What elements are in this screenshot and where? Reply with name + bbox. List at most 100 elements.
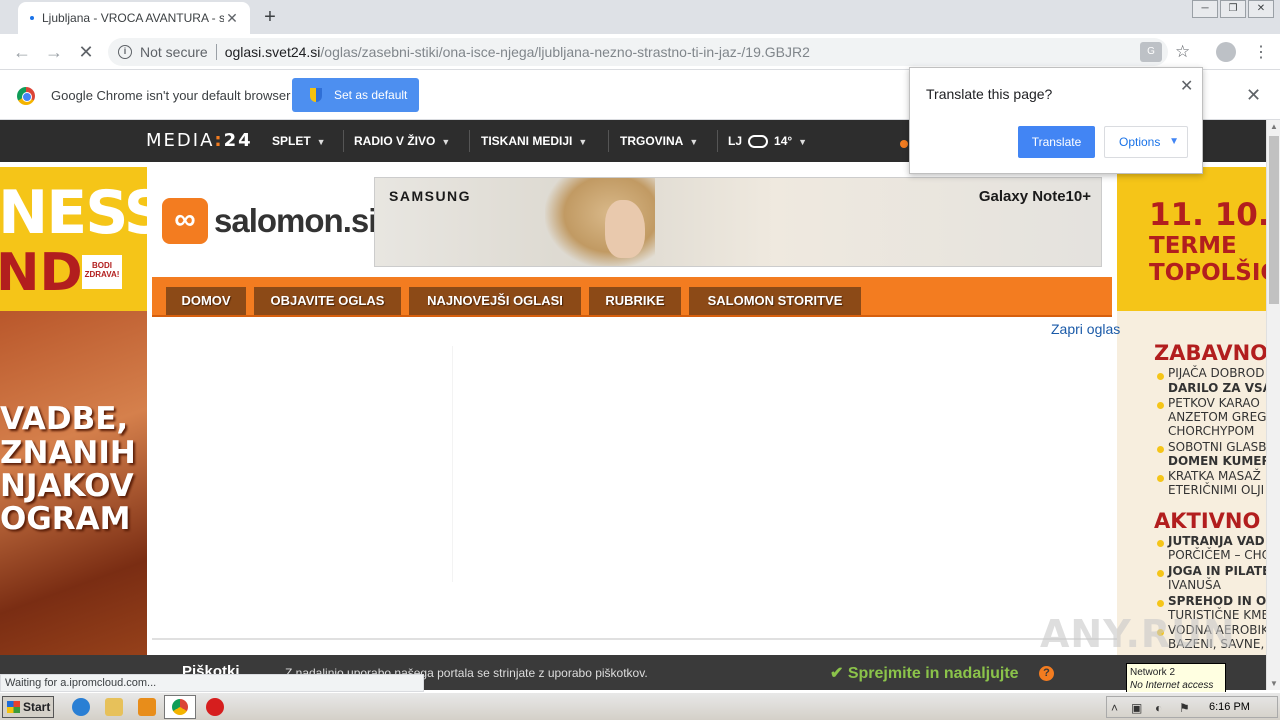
menu-salomon-storitve[interactable]: SALOMON STORITVE: [689, 287, 861, 315]
media24-logo[interactable]: MEDIA:24: [146, 130, 253, 151]
nav-item-radio[interactable]: RADIO V ŽIVO ▼: [354, 134, 450, 148]
set-as-default-button[interactable]: Set as default: [292, 78, 419, 112]
taskbar-clock[interactable]: 6:16 PM: [1209, 701, 1250, 713]
nav-divider: [469, 130, 470, 152]
left-side-ad[interactable]: NESS ND BODI ZDRAVA! VADBE, ZNANIH NJAKO…: [0, 167, 147, 690]
samsung-banner-ad[interactable]: SAMSUNG Galaxy Note10+: [374, 177, 1102, 267]
nav-item-label: TRGOVINA: [620, 134, 684, 148]
options-label: Options: [1119, 135, 1161, 149]
help-icon[interactable]: ?: [1039, 666, 1054, 681]
system-tray: ˄ ▣ ◐ ⚑ 6:16 PM: [1106, 696, 1278, 718]
cookie-accept-label: Sprejmite in nadaljujte: [847, 665, 1019, 682]
tray-expand-icon[interactable]: ˄: [1111, 701, 1118, 715]
left-ad-text-line: NJAKOV: [0, 468, 134, 504]
menu-domov[interactable]: DOMOV: [166, 287, 246, 315]
tab-close-icon[interactable]: ✕: [224, 10, 240, 26]
chevron-down-icon: ▼: [441, 137, 451, 147]
network-tooltip-title: Network 2: [1130, 667, 1176, 678]
right-ad-line: SOBOTNI GLASB: [1168, 440, 1266, 454]
chevron-down-icon: ▼: [316, 137, 326, 147]
user-icon[interactable]: [900, 140, 908, 148]
window-controls: ─ ❐ ✕: [1190, 0, 1274, 20]
internet-explorer-icon[interactable]: [72, 698, 90, 716]
bookmark-star-icon[interactable]: ☆: [1175, 42, 1190, 62]
salomon-logo[interactable]: ∞ salomon.si: [162, 198, 377, 244]
nav-item-tiskani-mediji[interactable]: TISKANI MEDIJI ▼: [481, 134, 587, 148]
browser-tab[interactable]: Ljubljana - VROCA AVANTURA - salomon.si …: [18, 2, 250, 34]
volume-icon[interactable]: ◐: [1155, 701, 1162, 715]
chrome-menu-icon[interactable]: ⋮: [1253, 42, 1269, 62]
weather-widget[interactable]: LJ 14° ▼: [728, 134, 808, 149]
media24-logo-num: 24: [223, 130, 253, 151]
media-player-icon[interactable]: [138, 698, 156, 716]
right-ad-line: PORČIČEM – CHO: [1168, 548, 1266, 562]
translate-popup-title: Translate this page?: [926, 86, 1053, 102]
network-tooltip: Network 2 No Internet access: [1126, 663, 1226, 693]
weather-temp: 14°: [774, 134, 793, 148]
page-scrollbar[interactable]: ▲ ▼: [1266, 120, 1280, 690]
nav-item-trgovina[interactable]: TRGOVINA ▼: [620, 134, 698, 148]
network-tooltip-status: No Internet access: [1130, 680, 1214, 691]
chevron-down-icon: ▼: [578, 137, 588, 147]
caret-down-icon: ▼: [1169, 136, 1179, 147]
stop-loading-icon[interactable]: ✕: [74, 40, 98, 64]
right-ad-line: JUTRANJA VAD: [1168, 534, 1265, 548]
minimize-button[interactable]: ─: [1192, 0, 1218, 18]
right-ad-line: ANZETOM GREG: [1168, 410, 1266, 424]
forward-arrow-icon[interactable]: →: [42, 40, 66, 64]
anyrun-watermark: ANY.RUN: [1040, 612, 1236, 656]
right-ad-section-aktivno: AKTIVNO: [1154, 509, 1261, 533]
translate-button[interactable]: Translate: [1018, 126, 1095, 158]
back-arrow-icon[interactable]: ←: [10, 40, 34, 64]
nav-item-label: RADIO V ŽIVO: [354, 134, 436, 148]
translate-close-icon[interactable]: ✕: [1180, 76, 1193, 96]
menu-najnovejsi-oglasi[interactable]: NAJNOVEJŠI OGLASI: [409, 287, 581, 315]
folder-icon[interactable]: [105, 698, 123, 716]
close-ad-link[interactable]: Zapri oglas: [1051, 321, 1120, 337]
not-secure-label: Not secure: [140, 44, 208, 60]
translate-icon[interactable]: G: [1140, 42, 1162, 62]
start-button[interactable]: Start: [2, 696, 54, 718]
chevron-down-icon: ▼: [798, 137, 808, 147]
profile-avatar-icon[interactable]: [1216, 42, 1236, 62]
right-ad-venue-line: TOPOLŠIC: [1149, 260, 1266, 286]
url-host: oglasi.svet24.si: [224, 44, 321, 60]
nav-divider: [343, 130, 344, 152]
new-tab-button[interactable]: +: [258, 6, 282, 30]
translate-options-button[interactable]: Options ▼: [1104, 126, 1188, 158]
left-ad-subheading: ND: [0, 243, 83, 303]
scroll-up-icon[interactable]: ▲: [1269, 122, 1279, 131]
maximize-button[interactable]: ❐: [1220, 0, 1246, 18]
salomon-menu: DOMOV OBJAVITE OGLAS NAJNOVEJŠI OGLASI R…: [152, 277, 1112, 317]
salomon-logo-text: salomon.si: [214, 202, 377, 239]
taskbar-chrome-button[interactable]: [164, 695, 196, 719]
omnibox-separator: [215, 44, 217, 60]
menu-rubrike[interactable]: RUBRIKE: [589, 287, 681, 315]
chrome-logo-icon: [17, 87, 35, 105]
info-icon[interactable]: i: [118, 45, 132, 59]
antivirus-icon[interactable]: [206, 698, 224, 716]
nav-divider: [608, 130, 609, 152]
bullet-icon: [1157, 540, 1164, 547]
bullet-icon: [1157, 446, 1164, 453]
menu-objavite-oglas[interactable]: OBJAVITE OGLAS: [254, 287, 401, 315]
address-bar[interactable]: i Not secure oglasi.svet24.si /oglas/zas…: [108, 38, 1168, 66]
left-ad-text-line: VADBE,: [0, 401, 129, 437]
nav-item-splet[interactable]: SPLET ▼: [272, 134, 326, 148]
chevron-down-icon: ▼: [689, 137, 699, 147]
cookie-accept-button[interactable]: ✔ Sprejmite in nadaljujte: [830, 663, 1019, 683]
scroll-thumb[interactable]: [1269, 136, 1279, 304]
bullet-icon: [1157, 475, 1164, 482]
infinity-logo-icon: ∞: [162, 198, 208, 244]
close-window-button[interactable]: ✕: [1248, 0, 1274, 18]
flag-icon[interactable]: ⚑: [1179, 701, 1190, 715]
right-ad-venue-line: TERME: [1149, 233, 1237, 259]
right-ad-line: KRATKA MASAŽ: [1168, 469, 1261, 483]
url-path: /oglas/zasebni-stiki/ona-isce-njega/ljub…: [320, 44, 810, 60]
infobar-close-icon[interactable]: ✕: [1246, 85, 1261, 106]
scroll-down-icon[interactable]: ▼: [1269, 679, 1279, 688]
bullet-icon: [1157, 600, 1164, 607]
media24-logo-colon: :: [214, 130, 224, 151]
network-icon[interactable]: ▣: [1131, 701, 1142, 715]
right-ad-line: CHORCHYPOM: [1168, 424, 1255, 438]
